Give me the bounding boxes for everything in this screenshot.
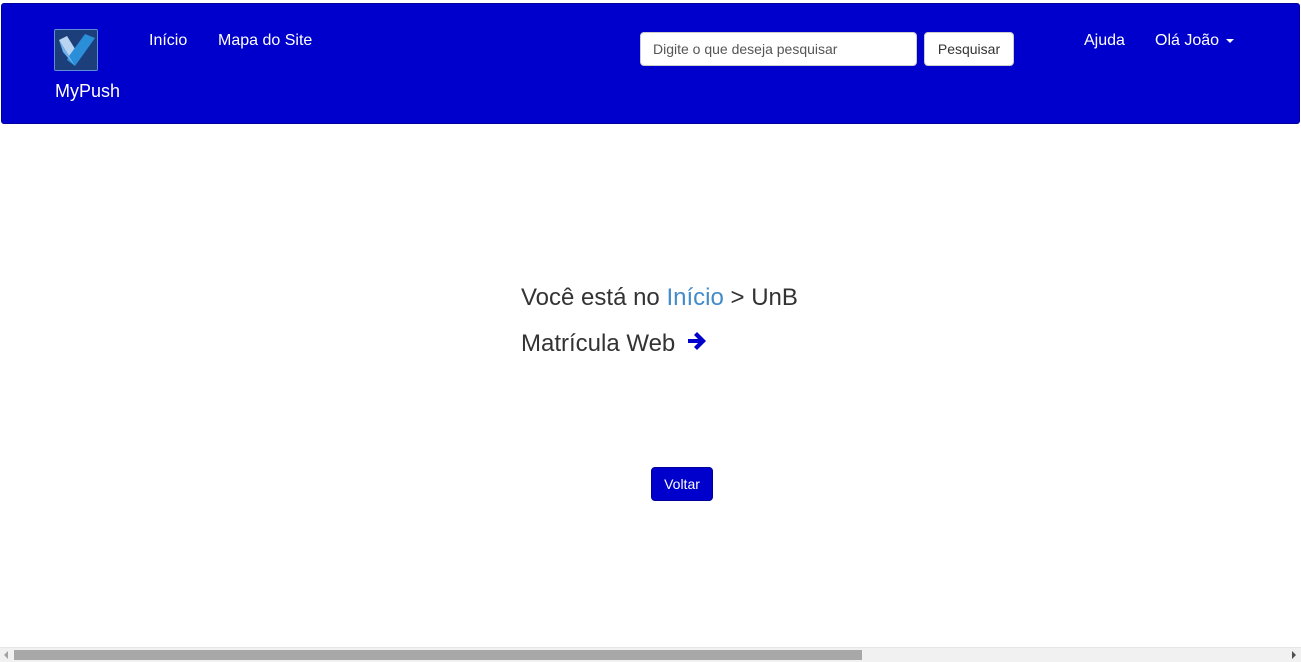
search-button[interactable]: Pesquisar — [924, 32, 1014, 66]
caret-down-icon — [1226, 38, 1235, 43]
item-label: Matrícula Web — [521, 330, 676, 357]
checkmark-logo-icon — [55, 30, 97, 70]
brand-logo-icon[interactable] — [54, 29, 98, 71]
scrollbar-thumb[interactable] — [14, 650, 862, 660]
breadcrumb-prefix: Você está no — [521, 284, 660, 311]
back-button[interactable]: Voltar — [651, 467, 713, 501]
search-input[interactable] — [640, 32, 917, 66]
breadcrumb-home-link[interactable]: Início — [666, 284, 723, 311]
scroll-left-arrow-icon[interactable] — [4, 651, 8, 659]
arrow-right-icon[interactable] — [686, 330, 708, 359]
scroll-right-arrow-icon[interactable] — [1292, 651, 1296, 659]
horizontal-scrollbar[interactable] — [0, 647, 1301, 662]
help-link[interactable]: Ajuda — [1084, 32, 1125, 50]
user-menu-dropdown[interactable]: Olá João — [1155, 32, 1235, 50]
breadcrumb-separator: > — [730, 284, 745, 311]
nav-sitemap-link[interactable]: Mapa do Site — [218, 32, 312, 50]
nav-home-link[interactable]: Início — [149, 32, 187, 50]
user-greeting: Olá João — [1155, 32, 1220, 49]
breadcrumb-current: UnB — [751, 284, 798, 311]
item-entry: Matrícula Web — [521, 330, 708, 359]
brand-name[interactable]: MyPush — [55, 81, 120, 102]
top-navbar: MyPush Início Mapa do Site Pesquisar Aju… — [1, 3, 1300, 124]
breadcrumb: Você está no Início > UnB — [521, 284, 798, 312]
